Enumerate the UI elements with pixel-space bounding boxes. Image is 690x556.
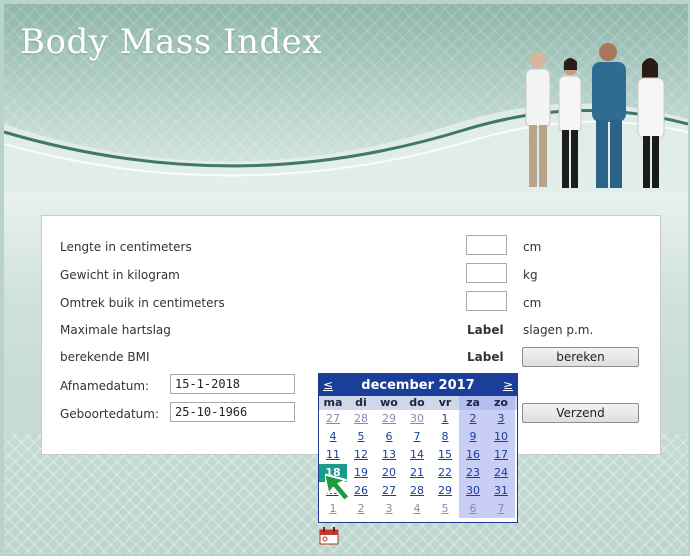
- weekday-di: di: [355, 396, 367, 409]
- weekday-vr: vr: [438, 396, 452, 409]
- calendar-day[interactable]: 3: [375, 500, 403, 518]
- calendar-day[interactable]: 10: [487, 428, 515, 446]
- weekday-ma: ma: [323, 396, 343, 409]
- birth-date-input[interactable]: 25-10-1966: [170, 402, 295, 422]
- max-heart-rate-value: Label: [467, 323, 504, 337]
- weight-label: Gewicht in kilogram: [60, 268, 180, 282]
- calculate-button[interactable]: bereken: [522, 347, 639, 367]
- page-header: Body Mass Index: [4, 4, 688, 192]
- weekday-wo: wo: [380, 396, 398, 409]
- calendar-day[interactable]: 14: [403, 446, 431, 464]
- date-picker-header: ≤ december 2017 ≥: [319, 374, 517, 396]
- weight-unit: kg: [523, 268, 538, 282]
- doctors-image: [525, 43, 665, 188]
- weight-input[interactable]: [466, 263, 507, 283]
- calendar-day[interactable]: 17: [487, 446, 515, 464]
- length-label: Lengte in centimeters: [60, 240, 192, 254]
- intake-date-input[interactable]: 15-1-2018: [170, 374, 295, 394]
- calendar-day[interactable]: 30: [459, 482, 487, 500]
- bmi-label: berekende BMI: [60, 350, 150, 364]
- calendar-day[interactable]: 29: [431, 482, 459, 500]
- waist-label: Omtrek buik in centimeters: [60, 296, 225, 310]
- calendar-day[interactable]: 30: [403, 410, 431, 428]
- calendar-day[interactable]: 9: [459, 428, 487, 446]
- calendar-day[interactable]: 6: [459, 500, 487, 518]
- calendar-day[interactable]: 15: [431, 446, 459, 464]
- calendar-day[interactable]: 5: [431, 500, 459, 518]
- weekday-zo: zo: [487, 396, 515, 410]
- weekday-za: za: [459, 396, 487, 410]
- prev-month-button[interactable]: ≤: [323, 378, 333, 392]
- calendar-day[interactable]: 7: [487, 500, 515, 518]
- waist-input[interactable]: [466, 291, 507, 311]
- calendar-day[interactable]: 28: [403, 482, 431, 500]
- calendar-day[interactable]: 27: [319, 410, 347, 428]
- calendar-day[interactable]: 8: [431, 428, 459, 446]
- calendar-day[interactable]: 3: [487, 410, 515, 428]
- calendar-day[interactable]: 2: [459, 410, 487, 428]
- calendar-day[interactable]: 4: [319, 428, 347, 446]
- calendar-day[interactable]: 31: [487, 482, 515, 500]
- length-input[interactable]: [466, 235, 507, 255]
- calendar-icon[interactable]: [319, 527, 339, 545]
- calendar-day[interactable]: 4: [403, 500, 431, 518]
- calendar-day[interactable]: 22: [431, 464, 459, 482]
- max-heart-rate-unit: slagen p.m.: [523, 323, 594, 337]
- intake-date-label: Afnamedatum:: [60, 379, 150, 393]
- calendar-day[interactable]: 24: [487, 464, 515, 482]
- bmi-value: Label: [467, 350, 504, 364]
- next-month-button[interactable]: ≥: [503, 378, 513, 392]
- calendar-day[interactable]: 23: [459, 464, 487, 482]
- date-picker-month: december 2017: [361, 377, 475, 393]
- calendar-day[interactable]: 29: [375, 410, 403, 428]
- calendar-day[interactable]: 11: [319, 446, 347, 464]
- weekday-do: do: [409, 396, 425, 409]
- calendar-day[interactable]: 21: [403, 464, 431, 482]
- birth-date-label: Geboortedatum:: [60, 407, 160, 421]
- calendar-day[interactable]: 5: [347, 428, 375, 446]
- calendar-day[interactable]: 27: [375, 482, 403, 500]
- calendar-day[interactable]: 20: [375, 464, 403, 482]
- calendar-day[interactable]: 6: [375, 428, 403, 446]
- calendar-day[interactable]: 28: [347, 410, 375, 428]
- max-heart-rate-label: Maximale hartslag: [60, 323, 171, 337]
- cursor-arrow-icon: [325, 473, 351, 502]
- send-button[interactable]: Verzend: [522, 403, 639, 423]
- waist-unit: cm: [523, 296, 542, 310]
- weekday-header-row: ma di wo do vr za zo: [319, 396, 517, 410]
- calendar-day[interactable]: 12: [347, 446, 375, 464]
- calendar-day[interactable]: 16: [459, 446, 487, 464]
- page-title: Body Mass Index: [20, 22, 322, 62]
- calendar-day[interactable]: 13: [375, 446, 403, 464]
- length-unit: cm: [523, 240, 542, 254]
- calendar-day[interactable]: 7: [403, 428, 431, 446]
- calendar-day[interactable]: 1: [431, 410, 459, 428]
